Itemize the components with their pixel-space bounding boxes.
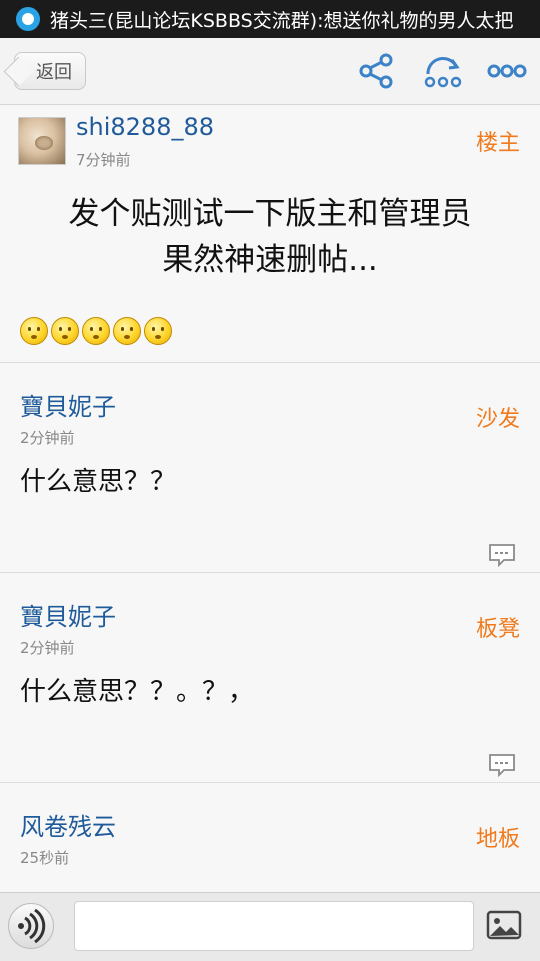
- share-icon[interactable]: [356, 52, 398, 90]
- status-bar: 猪头三(昆山论坛KSBBS交流群):想送你礼物的男人太把: [0, 0, 540, 38]
- back-button[interactable]: 返回: [14, 52, 86, 90]
- post-time: 7分钟前: [76, 151, 131, 169]
- nav-bar: 返回: [0, 38, 540, 105]
- reply-post: 寶貝妮子 2分钟前 板凳 什么意思？？。？，: [0, 573, 540, 783]
- floor-label: 板凳: [475, 617, 520, 642]
- notification-ticker: 猪头三(昆山论坛KSBBS交流群):想送你礼物的男人太把: [50, 9, 514, 32]
- floor-label: 楼主: [475, 131, 520, 156]
- reply-time: 25秒前: [20, 849, 70, 867]
- image-icon[interactable]: [486, 909, 522, 941]
- reply-post: 风卷残云 25秒前 地板: [0, 783, 540, 903]
- reply-bar: [0, 892, 540, 961]
- emoji-icon: [51, 317, 79, 345]
- reply-username[interactable]: 寶貝妮子: [20, 387, 116, 422]
- comment-icon[interactable]: [488, 753, 516, 778]
- reply-time: 2分钟前: [20, 429, 75, 447]
- avatar[interactable]: [18, 117, 66, 165]
- reply-username[interactable]: 寶貝妮子: [20, 597, 116, 632]
- qq-notification-icon: [16, 7, 40, 31]
- reply-username[interactable]: 风卷残云: [20, 807, 116, 842]
- refresh-icon[interactable]: [422, 52, 464, 90]
- reply-input[interactable]: [74, 901, 474, 951]
- reply-post: 寶貝妮子 2分钟前 沙发 什么意思？？: [0, 363, 540, 573]
- post-username[interactable]: shi8288_88: [76, 113, 214, 141]
- original-post: shi8288_88 7分钟前 楼主 发个贴测试一下版主和管理员 果然神速删帖.…: [0, 105, 540, 363]
- emoji-icon: [82, 317, 110, 345]
- comment-icon[interactable]: [488, 543, 516, 568]
- voice-icon[interactable]: [8, 903, 54, 949]
- floor-label: 地板: [475, 827, 520, 852]
- post-title: 发个贴测试一下版主和管理员 果然神速删帖...: [30, 191, 510, 283]
- reply-time: 2分钟前: [20, 639, 75, 657]
- reply-content: 什么意思？？。？，: [20, 677, 255, 707]
- emoji-row: [20, 317, 175, 345]
- emoji-icon: [113, 317, 141, 345]
- more-icon[interactable]: [486, 52, 528, 90]
- reply-content: 什么意思？？: [20, 467, 177, 497]
- post-title-line: 果然神速删帖...: [162, 242, 378, 278]
- emoji-icon: [20, 317, 48, 345]
- post-title-line: 发个贴测试一下版主和管理员: [68, 196, 472, 232]
- floor-label: 沙发: [475, 407, 520, 432]
- emoji-icon: [144, 317, 172, 345]
